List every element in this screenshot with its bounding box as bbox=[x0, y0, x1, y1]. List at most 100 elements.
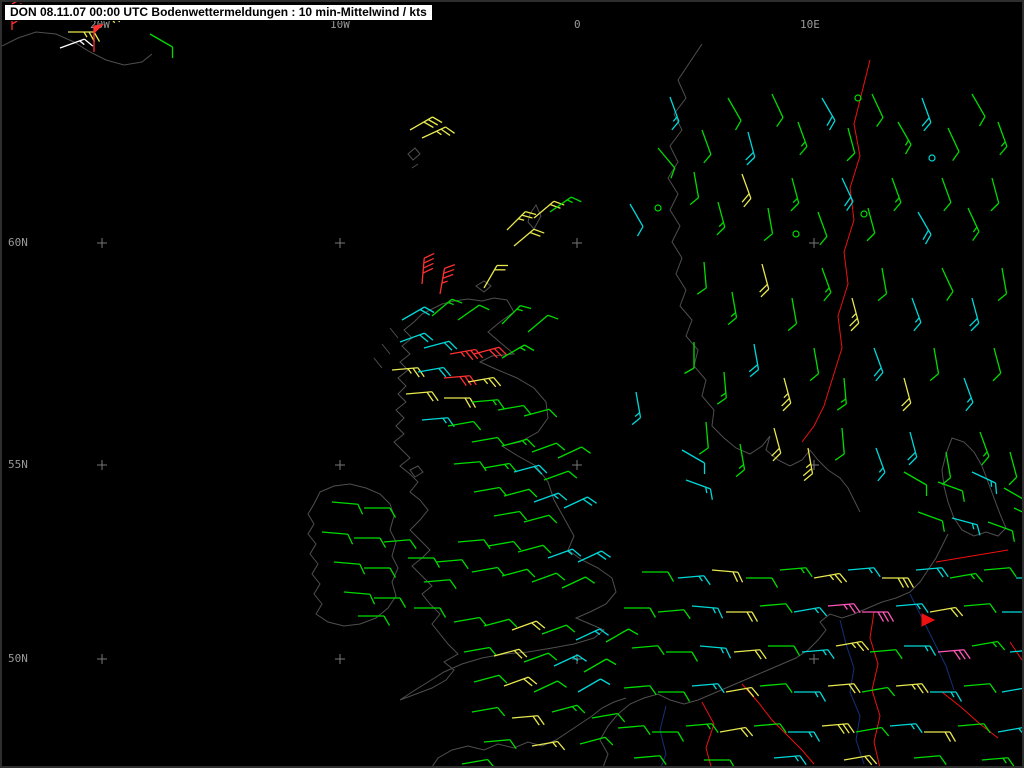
wind-barb bbox=[753, 723, 787, 734]
wind-barb bbox=[971, 471, 998, 495]
wind-barb bbox=[405, 391, 439, 402]
wind-barb bbox=[1008, 451, 1018, 486]
wind-barb bbox=[963, 603, 997, 614]
wind-barb bbox=[333, 561, 366, 575]
lat-label: 60N bbox=[8, 236, 28, 249]
wind-barb bbox=[997, 267, 1008, 302]
wind-barb bbox=[461, 758, 494, 766]
graticule-cross bbox=[97, 238, 107, 248]
wind-barb bbox=[1016, 577, 1022, 579]
wind-barb bbox=[727, 291, 738, 326]
rivers bbox=[659, 593, 955, 766]
graticule-cross bbox=[572, 460, 582, 470]
wind-barb bbox=[471, 436, 506, 447]
wind-barb bbox=[947, 127, 960, 161]
wind-barb bbox=[963, 377, 974, 412]
wind-barb bbox=[483, 618, 518, 628]
wind-barb bbox=[501, 568, 536, 578]
wind-barb bbox=[895, 603, 929, 614]
wind-barb bbox=[523, 514, 558, 524]
border-norway-sweden bbox=[801, 59, 871, 443]
wind-barb bbox=[699, 645, 732, 659]
wind-barb bbox=[862, 611, 895, 622]
lon-label: 0 bbox=[574, 18, 581, 31]
wind-barb bbox=[691, 683, 725, 694]
wind-barb bbox=[716, 371, 727, 405]
wind-barb bbox=[779, 567, 813, 578]
wind-barb bbox=[684, 342, 695, 375]
wind-barb bbox=[685, 479, 713, 500]
lon-label: 10E bbox=[800, 18, 820, 31]
wind-barb bbox=[364, 567, 397, 578]
wind-barb bbox=[846, 127, 856, 162]
coastline-iceland bbox=[2, 31, 153, 66]
wind-barb bbox=[913, 755, 947, 766]
wind-barb bbox=[1009, 650, 1022, 653]
wind-barb bbox=[605, 628, 639, 643]
wind-barb bbox=[677, 575, 711, 586]
graticule-cross bbox=[335, 460, 345, 470]
wind-barb bbox=[727, 97, 742, 131]
wind-barb bbox=[501, 344, 535, 359]
wind-barb bbox=[827, 603, 861, 614]
wind-barb bbox=[391, 367, 425, 378]
coastline-france bbox=[432, 697, 627, 766]
wind-barb bbox=[930, 691, 963, 702]
wind-barb bbox=[467, 376, 502, 388]
wind-barb bbox=[941, 267, 954, 301]
wind-barb bbox=[633, 755, 667, 766]
wind-barb bbox=[483, 264, 508, 289]
wind-barb bbox=[527, 314, 559, 333]
wind-barb bbox=[444, 397, 477, 408]
wind-barb bbox=[701, 129, 712, 164]
wind-barb bbox=[827, 683, 861, 694]
wind-barb bbox=[971, 93, 986, 127]
wind-barb bbox=[759, 603, 793, 614]
wind-barb bbox=[577, 678, 611, 693]
wind-barb bbox=[358, 615, 391, 626]
wind-barb bbox=[354, 537, 387, 548]
wind-barb bbox=[897, 121, 912, 155]
wind-barb bbox=[503, 488, 538, 498]
wind-barb bbox=[967, 207, 980, 241]
wind-barb bbox=[793, 606, 828, 617]
wind-barb bbox=[439, 264, 456, 295]
wind-barb bbox=[473, 346, 508, 359]
wind-barb bbox=[511, 620, 546, 631]
wind-barb bbox=[691, 605, 724, 619]
city-markers bbox=[921, 613, 936, 627]
wind-barb bbox=[685, 723, 719, 734]
wind-barb bbox=[453, 461, 487, 472]
wind-barb bbox=[531, 740, 566, 751]
graticule-cross bbox=[335, 238, 345, 248]
wind-barb bbox=[577, 550, 611, 563]
graticule-cross bbox=[809, 238, 819, 248]
wind-barb bbox=[551, 704, 586, 714]
calm-station bbox=[860, 210, 868, 218]
wind-barb bbox=[561, 576, 595, 589]
wind-barb bbox=[719, 726, 754, 738]
river bbox=[659, 705, 667, 766]
wind-barb bbox=[981, 757, 1015, 766]
wind-barb bbox=[409, 116, 443, 131]
wind-barb bbox=[483, 462, 518, 473]
wind-barb bbox=[666, 651, 699, 662]
wind-barb bbox=[531, 572, 566, 583]
wind-barb bbox=[1002, 611, 1022, 613]
wind-barb bbox=[847, 567, 881, 578]
coastline-ireland bbox=[307, 483, 399, 627]
wind-barb bbox=[657, 609, 691, 620]
wind-barb bbox=[583, 658, 617, 673]
lat-label: 50N bbox=[8, 652, 28, 665]
wind-barb bbox=[533, 680, 567, 693]
graticule-cross bbox=[97, 654, 107, 664]
wind-barb bbox=[903, 471, 928, 496]
weather-map: 60N55N50N20W10W010E bbox=[2, 2, 1022, 766]
country-borders bbox=[701, 59, 1022, 766]
wind-barb bbox=[821, 97, 836, 131]
wind-barb bbox=[726, 611, 759, 622]
wind-barb bbox=[453, 616, 488, 627]
map-title: DON 08.11.07 00:00 UTC Bodenwettermeldun… bbox=[10, 5, 427, 19]
wind-barb bbox=[990, 177, 1000, 212]
wind-barb bbox=[414, 607, 447, 618]
